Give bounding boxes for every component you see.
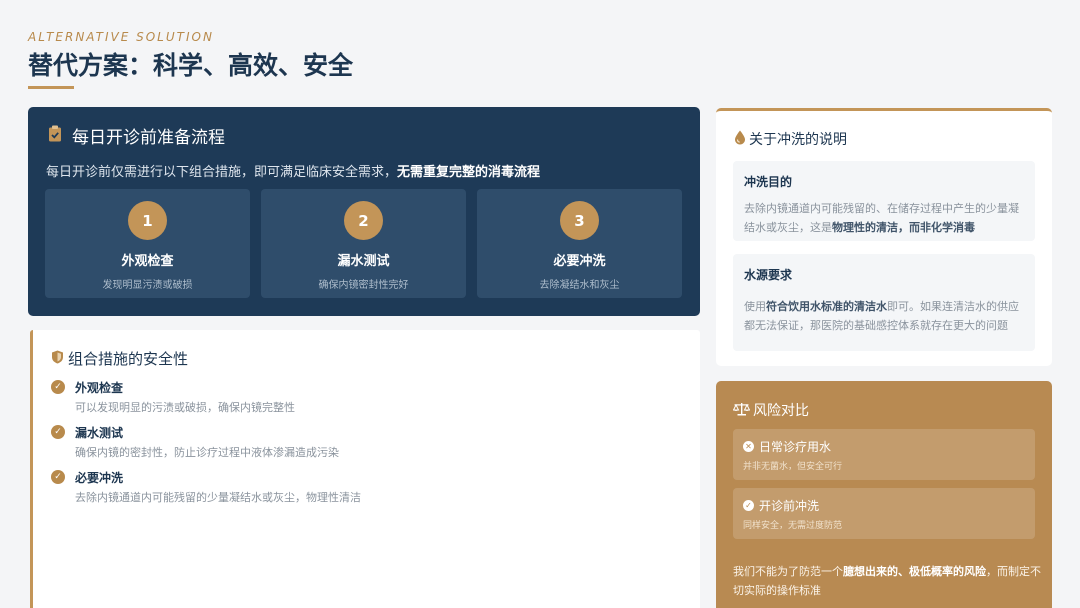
rinse-card-header: 关于冲洗的说明 xyxy=(734,129,847,149)
safety-card: 组合措施的安全性 ✓ 外观检查 可以发现明显的污渍或破损，确保内镜完整性 ✓ 漏… xyxy=(30,330,700,608)
risk-item-desc: 并非无菌水，但安全可行 xyxy=(743,462,843,472)
risk-card-title: 风险对比 xyxy=(753,403,809,419)
rinse-water-box: 水源要求 使用符合饮用水标准的清洁水即可。如果连清洁水的供应都无法保证，那医院的… xyxy=(733,254,1035,351)
safety-item-title: 必要冲洗 xyxy=(75,471,124,485)
step-name: 漏水测试 xyxy=(337,254,390,269)
close-circle-icon: ✕ xyxy=(743,441,754,452)
check-circle-icon: ✓ xyxy=(743,500,754,511)
process-description: 每日开诊前仅需进行以下组合措施，即可满足临床安全需求，无需重复完整的消毒流程 xyxy=(46,161,540,180)
step-card: 2 漏水测试 确保内镜密封性完好 xyxy=(261,189,466,298)
page-title: 替代方案：科学、高效、安全 xyxy=(28,51,354,80)
risk-item-header: ✕ 日常诊疗用水 xyxy=(743,438,831,455)
step-name: 外观检查 xyxy=(121,254,174,269)
process-steps: 1 外观检查 发现明显污渍或破损 2 漏水测试 确保内镜密封性完好 3 必要冲洗… xyxy=(45,189,682,298)
risk-note-text: 我们不能为了防范一个 xyxy=(733,565,843,578)
safety-item-desc: 可以发现明显的污渍或破损，确保内镜完整性 xyxy=(75,401,295,414)
step-subtitle: 确保内镜密封性完好 xyxy=(318,280,409,291)
clipboard-check-icon xyxy=(48,125,62,146)
rinse-card-title: 关于冲洗的说明 xyxy=(749,132,847,148)
process-card-title: 每日开诊前准备流程 xyxy=(72,128,225,148)
check-circle-icon: ✓ xyxy=(51,470,65,484)
safety-item-title: 外观检查 xyxy=(75,381,124,395)
check-circle-icon: ✓ xyxy=(51,380,65,394)
rinse-purpose-box: 冲洗目的 去除内镜通道内可能残留的、在储存过程中产生的少量凝结水或灰尘，这是物理… xyxy=(733,161,1035,241)
rinse-purpose-title: 冲洗目的 xyxy=(744,175,793,189)
rinse-water-emphasis: 符合饮用水标准的清洁水 xyxy=(766,300,887,313)
rinse-card: 关于冲洗的说明 冲洗目的 去除内镜通道内可能残留的、在储存过程中产生的少量凝结水… xyxy=(716,108,1052,366)
rinse-water-desc: 使用符合饮用水标准的清洁水即可。如果连清洁水的供应都无法保证，那医院的基础感控体… xyxy=(744,297,1024,335)
step-number: 1 xyxy=(128,201,167,240)
risk-note-emphasis: 臆想出来的、极低概率的风险 xyxy=(843,565,986,578)
safety-card-title: 组合措施的安全性 xyxy=(68,350,189,368)
step-subtitle: 去除凝结水和灰尘 xyxy=(539,280,620,291)
risk-item: ✕ 日常诊疗用水 并非无菌水，但安全可行 xyxy=(733,429,1035,480)
step-name: 必要冲洗 xyxy=(553,254,606,269)
rinse-water-title: 水源要求 xyxy=(744,268,793,282)
step-number: 3 xyxy=(560,201,599,240)
title-underline xyxy=(28,86,74,89)
risk-card-header: 风险对比 xyxy=(732,400,809,420)
risk-item-title: 日常诊疗用水 xyxy=(759,440,832,454)
process-card: 每日开诊前准备流程 每日开诊前仅需进行以下组合措施，即可满足临床安全需求，无需重… xyxy=(28,107,700,316)
rinse-purpose-desc: 去除内镜通道内可能残留的、在储存过程中产生的少量凝结水或灰尘，这是物理性的清洁，… xyxy=(744,199,1024,237)
process-description-emphasis: 无需重复完整的消毒流程 xyxy=(397,165,541,180)
scale-icon xyxy=(732,401,751,420)
step-subtitle: 发现明显污渍或破损 xyxy=(102,280,193,291)
risk-note: 我们不能为了防范一个臆想出来的、极低概率的风险，而制定不切实际的操作标准 xyxy=(733,562,1043,600)
step-card: 3 必要冲洗 去除凝结水和灰尘 xyxy=(477,189,682,298)
step-number: 2 xyxy=(344,201,383,240)
process-card-header: 每日开诊前准备流程 xyxy=(48,123,225,148)
process-description-text: 每日开诊前仅需进行以下组合措施，即可满足临床安全需求， xyxy=(46,165,398,180)
check-circle-icon: ✓ xyxy=(51,425,65,439)
safety-card-header: 组合措施的安全性 xyxy=(51,348,188,369)
eyebrow-text: ALTERNATIVE SOLUTION xyxy=(28,30,214,44)
water-drop-icon xyxy=(734,130,746,149)
rinse-water-text: 使用 xyxy=(744,300,766,313)
safety-item-desc: 确保内镜的密封性，防止诊疗过程中液体渗漏造成污染 xyxy=(75,446,339,459)
risk-card: 风险对比 ✕ 日常诊疗用水 并非无菌水，但安全可行 ✓ 开诊前冲洗 同样安全，无… xyxy=(716,381,1052,608)
safety-item-title: 漏水测试 xyxy=(75,426,124,440)
risk-item: ✓ 开诊前冲洗 同样安全，无需过度防范 xyxy=(733,488,1035,539)
rinse-purpose-emphasis: 物理性的清洁，而非化学消毒 xyxy=(832,221,975,234)
shield-icon xyxy=(51,349,64,368)
risk-item-title: 开诊前冲洗 xyxy=(759,499,820,513)
risk-item-header: ✓ 开诊前冲洗 xyxy=(743,497,819,514)
risk-item-desc: 同样安全，无需过度防范 xyxy=(743,521,843,531)
safety-item-desc: 去除内镜通道内可能残留的少量凝结水或灰尘，物理性清洁 xyxy=(75,491,361,504)
step-card: 1 外观检查 发现明显污渍或破损 xyxy=(45,189,250,298)
